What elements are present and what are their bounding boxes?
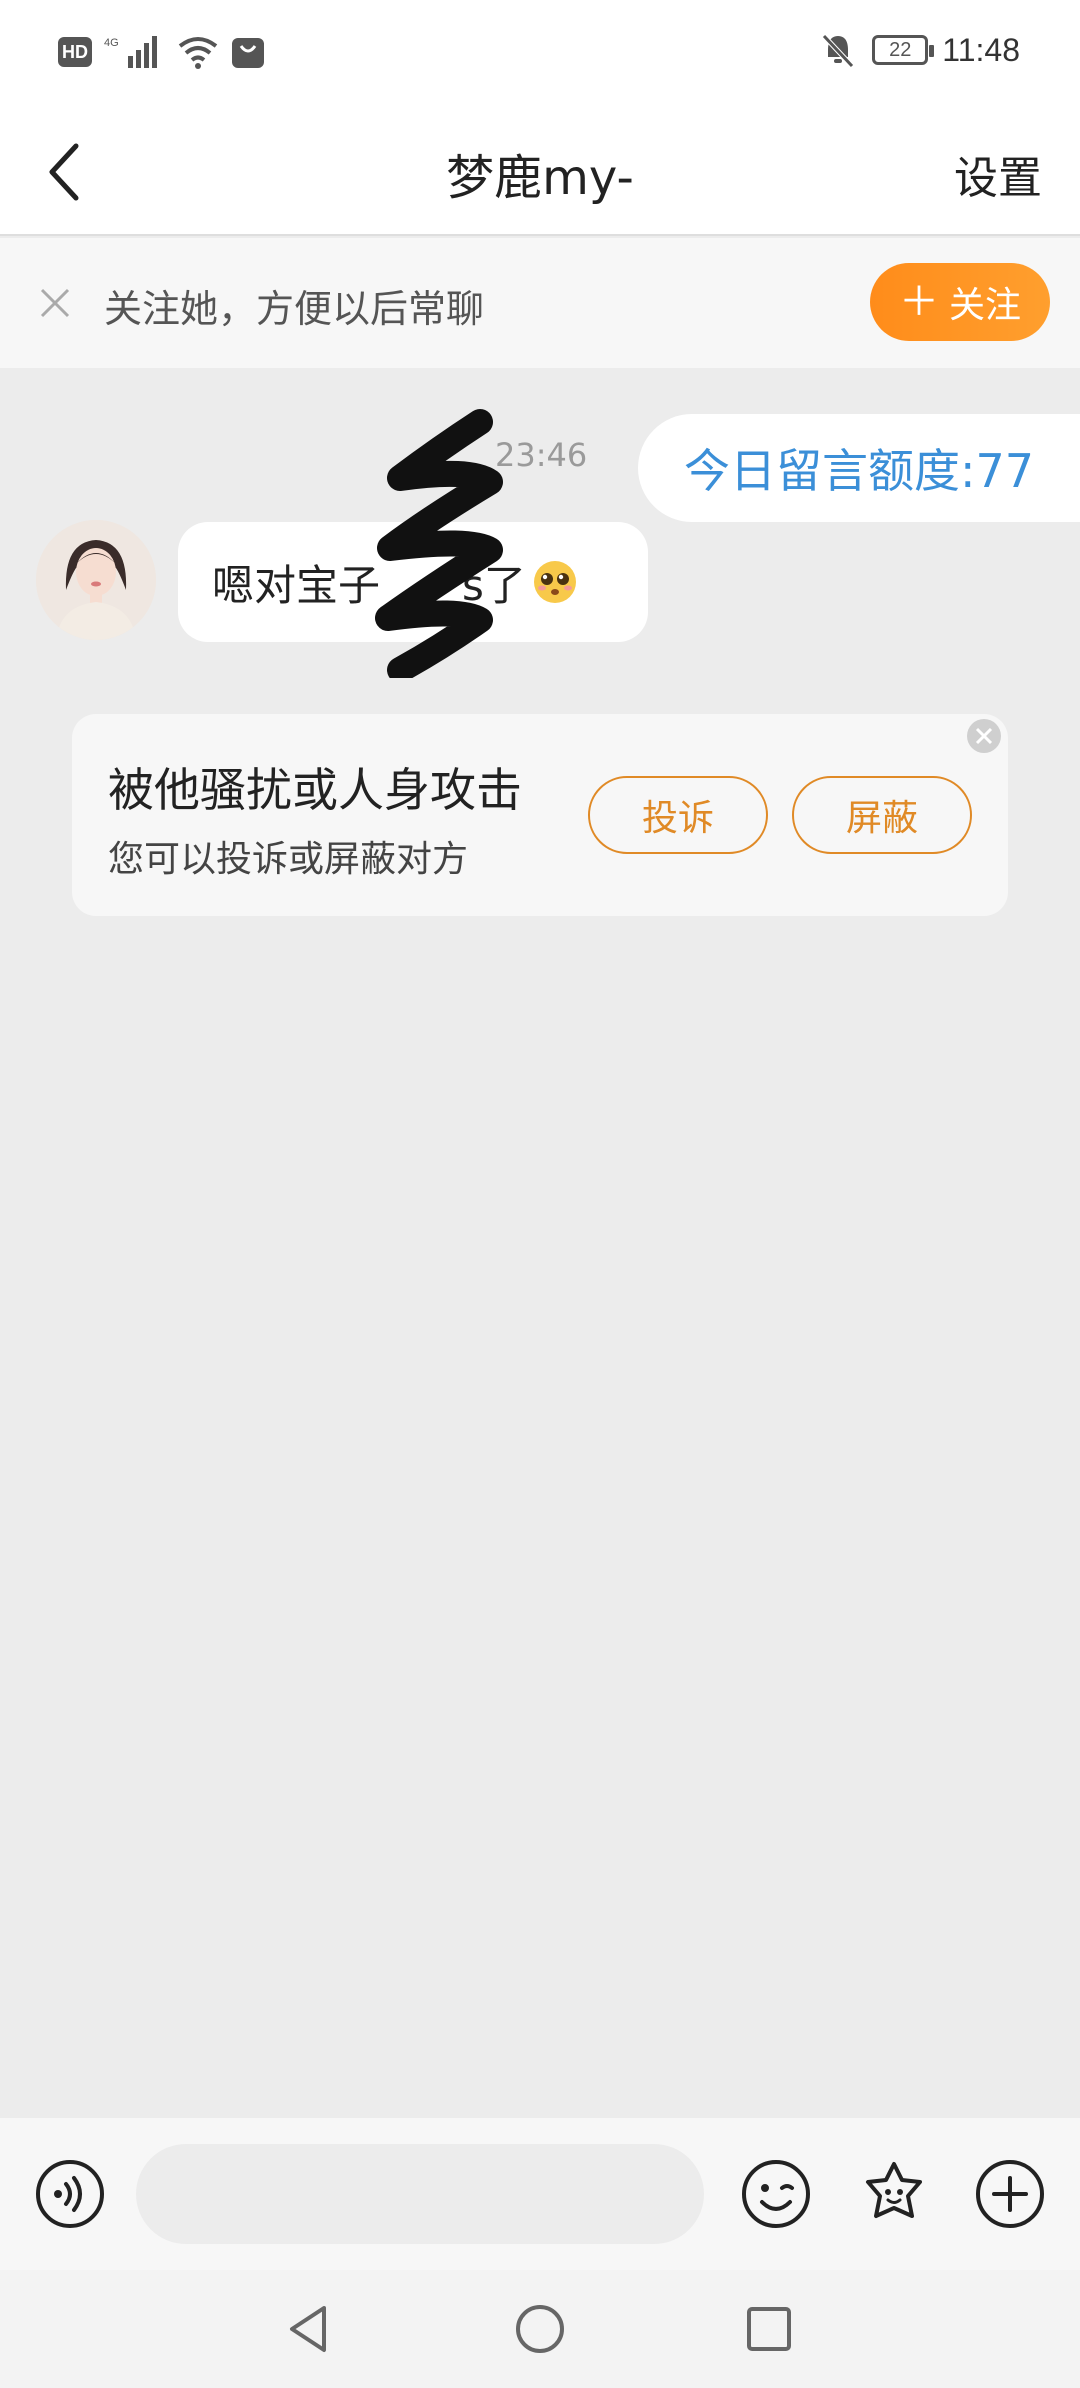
- report-button[interactable]: 投诉: [588, 776, 768, 854]
- avatar[interactable]: [36, 520, 156, 640]
- follow-prompt-text: 关注她，方便以后常聊: [104, 287, 485, 331]
- avatar-portrait-image: [36, 520, 156, 640]
- follow-banner: 关注她，方便以后常聊 ＋ 关注: [0, 238, 1080, 368]
- wifi-icon: [178, 37, 218, 69]
- block-button[interactable]: 屏蔽: [792, 776, 972, 854]
- message-input[interactable]: [136, 2144, 704, 2244]
- sticker-icon[interactable]: [858, 2158, 930, 2230]
- system-home-icon[interactable]: [511, 2300, 569, 2358]
- shopping-bag-icon: [232, 38, 264, 68]
- redaction-scribble: [375, 409, 503, 678]
- follow-button[interactable]: ＋ 关注: [870, 263, 1050, 341]
- status-left-group: HD 4G: [58, 34, 266, 70]
- message-text-start: 嗯对宝子: [212, 560, 381, 610]
- system-back-icon[interactable]: [280, 2300, 338, 2358]
- battery-indicator: 22: [872, 35, 935, 65]
- hd-badge: HD: [58, 37, 92, 67]
- bell-muted-icon: [822, 34, 855, 68]
- emoji-icon[interactable]: [740, 2158, 812, 2230]
- system-recents-icon[interactable]: [740, 2300, 798, 2358]
- status-right-group: 22 11:48: [818, 30, 1020, 70]
- system-navigation-bar: [0, 2270, 1080, 2388]
- harassment-safety-card: 被他骚扰或人身攻击 您可以投诉或屏蔽对方 投诉 屏蔽: [72, 714, 1008, 916]
- settings-button[interactable]: 设置: [954, 142, 1042, 206]
- plus-icon: ＋: [898, 279, 939, 325]
- voice-icon[interactable]: [34, 2158, 106, 2230]
- pleading-face-emoji-icon: [533, 561, 576, 603]
- status-clock: 11:48: [942, 31, 1020, 68]
- navigation-bar: 梦鹿my- 设置: [0, 108, 1080, 236]
- cellular-signal-icon: 4G: [104, 36, 157, 68]
- conversation-title: 梦鹿my-: [446, 150, 634, 206]
- network-type-label: 4G: [104, 37, 119, 49]
- message-quota-bubble: 今日留言额度:77: [638, 414, 1080, 522]
- status-bar: HD 4G 22 11:48: [0, 0, 1080, 108]
- plus-icon[interactable]: [974, 2158, 1046, 2230]
- chat-area[interactable]: 23:46 今日留言额度:77 嗯对宝子 s了 被他骚扰或人身攻击 您可以投诉或…: [0, 368, 1080, 2118]
- message-input-bar: [0, 2118, 1080, 2270]
- close-icon[interactable]: [30, 278, 80, 328]
- safety-card-subtitle: 您可以投诉或屏蔽对方: [108, 839, 469, 880]
- safety-card-title: 被他骚扰或人身攻击: [108, 763, 522, 817]
- close-card-icon[interactable]: [964, 716, 1004, 756]
- follow-button-label: 关注: [948, 285, 1021, 326]
